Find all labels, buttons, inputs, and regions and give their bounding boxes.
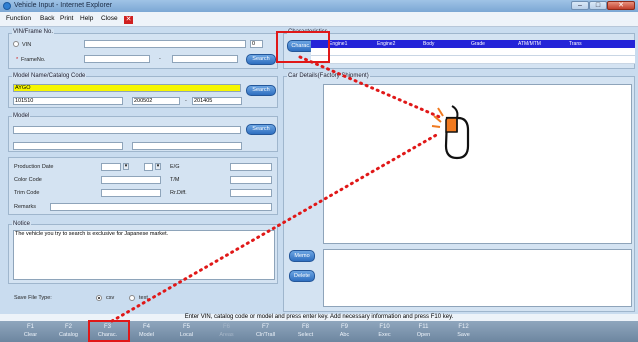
dotted-line-to-mouse xyxy=(298,55,444,120)
mouse-icon xyxy=(431,105,470,160)
annotation-overlay xyxy=(110,55,470,323)
dotted-line-to-f3 xyxy=(110,132,440,323)
